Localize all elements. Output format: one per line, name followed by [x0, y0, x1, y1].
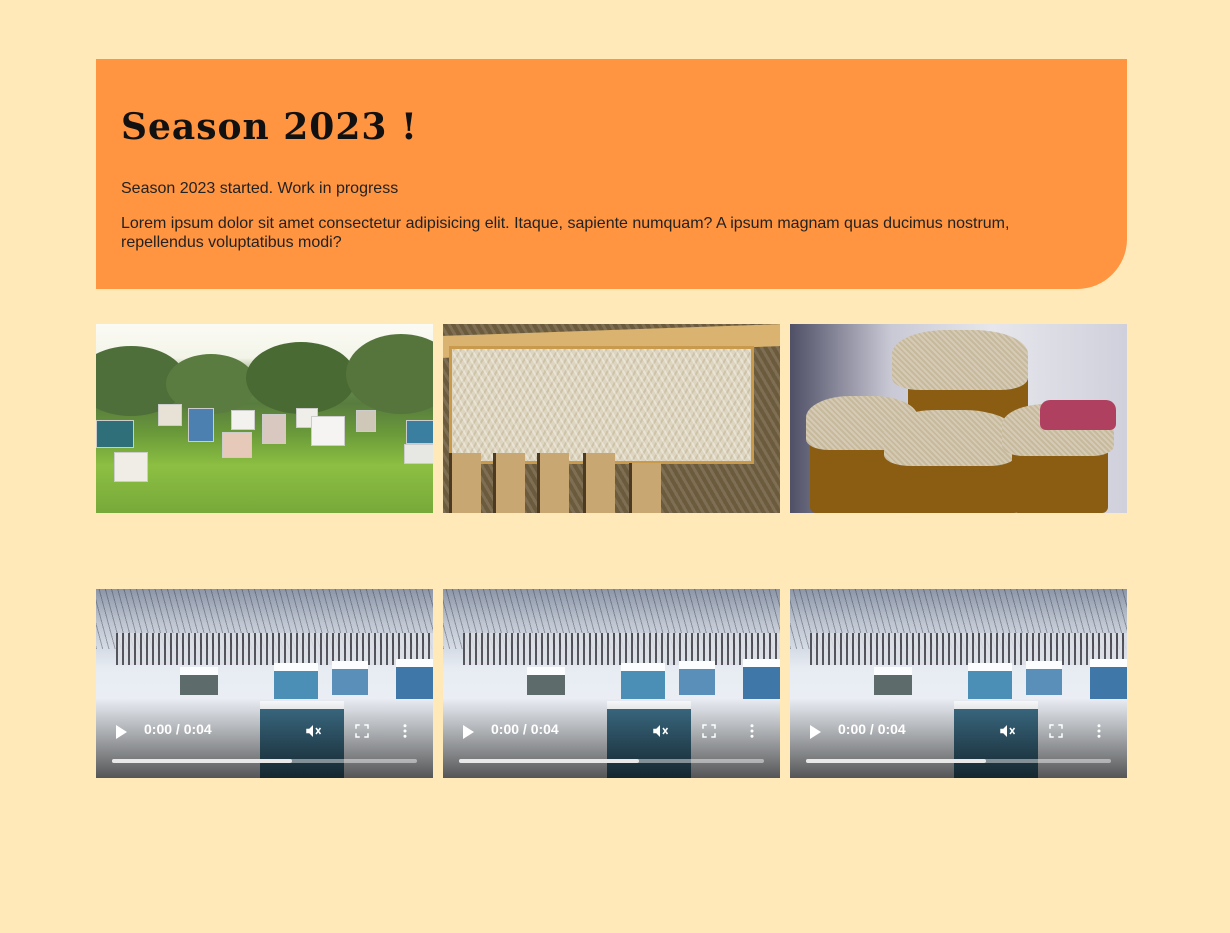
play-icon[interactable] — [463, 725, 474, 739]
play-icon[interactable] — [116, 725, 127, 739]
hero-banner: Season 2023 ! Season 2023 started. Work … — [96, 59, 1127, 289]
video-time: 0:00 / 0:04 — [838, 721, 906, 737]
video-time: 0:00 / 0:04 — [491, 721, 559, 737]
more-options-icon[interactable] — [1096, 722, 1102, 740]
play-icon[interactable] — [810, 725, 821, 739]
mute-icon[interactable] — [303, 722, 323, 740]
hero-subtitle: Season 2023 started. Work in progress — [121, 180, 399, 197]
honeycomb-photo — [443, 324, 780, 513]
page-title: Season 2023 ! — [121, 106, 418, 148]
fullscreen-icon[interactable] — [699, 722, 719, 740]
fullscreen-icon[interactable] — [352, 722, 372, 740]
video-controls: 0:00 / 0:04 — [443, 708, 780, 778]
video-progress-bar[interactable] — [112, 759, 417, 763]
video-progress-bar[interactable] — [806, 759, 1111, 763]
photo-gallery — [96, 324, 1127, 513]
apiary-photo — [96, 324, 433, 513]
video-controls: 0:00 / 0:04 — [96, 708, 433, 778]
more-options-icon[interactable] — [749, 722, 755, 740]
mute-icon[interactable] — [650, 722, 670, 740]
honey-jars-photo — [790, 324, 1127, 513]
video-gallery: 0:00 / 0:04 0:00 / 0:04 0:00 / 0:04 — [96, 589, 1127, 778]
video-controls: 0:00 / 0:04 — [790, 708, 1127, 778]
video-player[interactable]: 0:00 / 0:04 — [96, 589, 433, 778]
video-time: 0:00 / 0:04 — [144, 721, 212, 737]
mute-icon[interactable] — [997, 722, 1017, 740]
fullscreen-icon[interactable] — [1046, 722, 1066, 740]
video-player[interactable]: 0:00 / 0:04 — [790, 589, 1127, 778]
hero-body-text: Lorem ipsum dolor sit amet consectetur a… — [121, 215, 1010, 251]
video-progress-bar[interactable] — [459, 759, 764, 763]
more-options-icon[interactable] — [402, 722, 408, 740]
video-player[interactable]: 0:00 / 0:04 — [443, 589, 780, 778]
